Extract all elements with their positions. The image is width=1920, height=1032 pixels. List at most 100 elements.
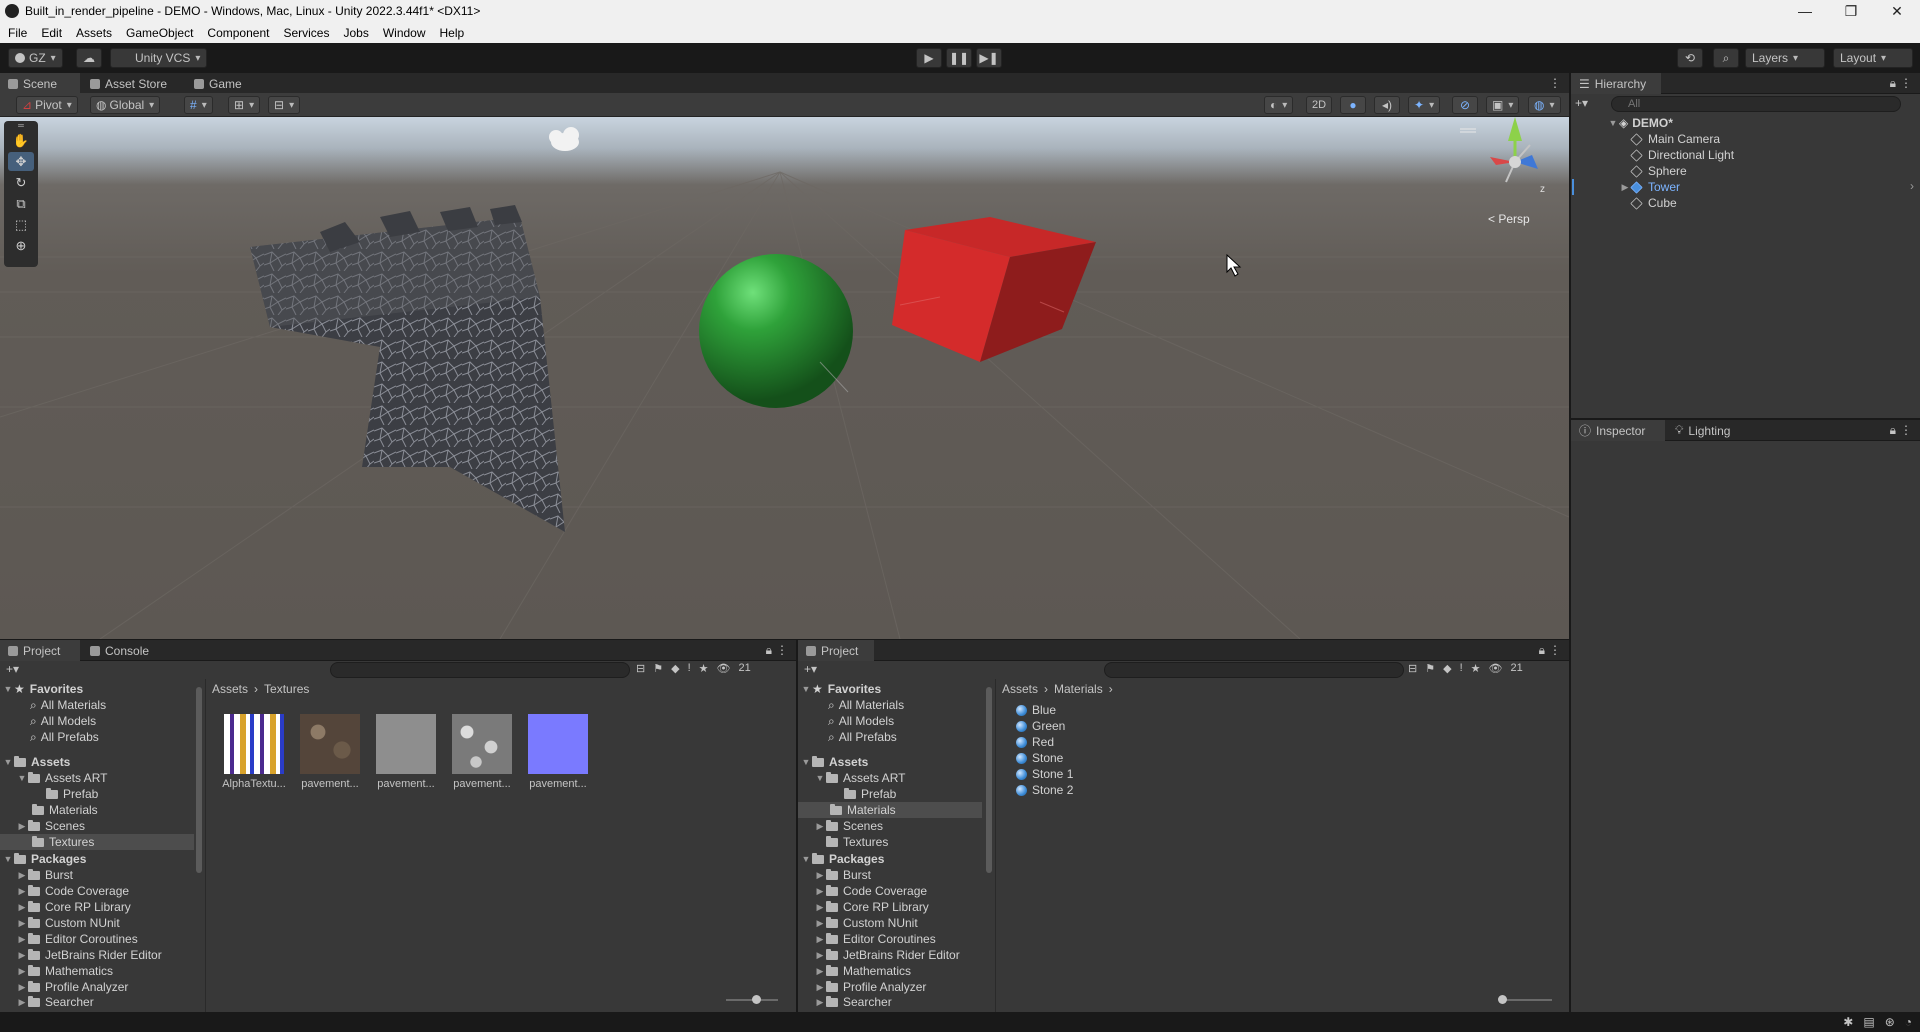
list-size-slider[interactable] (1500, 999, 1552, 1001)
lock-icon[interactable]: 🔒︎ (766, 643, 772, 658)
more-options-icon[interactable]: ⋮ (1549, 76, 1561, 90)
scene-view[interactable]: z < Persp (0, 117, 1569, 639)
folder-textures-selected[interactable]: Textures (0, 834, 194, 850)
tag-icon[interactable]: ◆ (1443, 662, 1451, 675)
material-green[interactable]: Green (1016, 718, 1065, 734)
folder-scenes[interactable]: ▶ Scenes (814, 818, 884, 834)
perspective-label[interactable]: < Persp (1488, 212, 1530, 226)
package-editor-coroutines[interactable]: ▶ Editor Coroutines (16, 931, 138, 947)
folder-scenes[interactable]: ▶ Scenes (16, 818, 86, 834)
warning-icon[interactable]: ! (688, 662, 691, 675)
tab-project[interactable]: Project (0, 640, 80, 661)
texture-thumbnail-pavement-4[interactable] (528, 714, 588, 774)
inspector-more-icon[interactable]: ⋮ (1900, 423, 1912, 437)
rotate-tool-icon[interactable]: ↻ (8, 173, 34, 192)
folder-assets-art[interactable]: ▼ Assets ART (814, 770, 906, 786)
minimize-button[interactable]: — (1782, 3, 1828, 20)
menu-gameobject[interactable]: GameObject (118, 26, 199, 40)
global-dropdown[interactable]: ◍ Global (90, 96, 161, 114)
search-by-label-icon[interactable]: ⚑ (1425, 662, 1435, 675)
package-profile-analyzer[interactable]: ▶ Profile Analyzer (814, 979, 927, 995)
tab-console[interactable]: Console (82, 640, 162, 661)
favorite-all-models[interactable]: ⌕ All Models (30, 713, 96, 729)
package-code-coverage[interactable]: ▶ Code Coverage (814, 883, 928, 899)
favorite-all-prefabs[interactable]: ⌕ All Prefabs (828, 729, 897, 745)
breadcrumb-assets[interactable]: Assets (212, 682, 248, 696)
play-button[interactable]: ▶ (916, 48, 942, 68)
texture-thumbnail-alpha[interactable] (224, 714, 284, 774)
close-button[interactable]: ✕ (1874, 3, 1920, 20)
toggle-2d-button[interactable]: 2D (1306, 96, 1332, 114)
hidden-objects-toggle[interactable]: ⊘ (1452, 96, 1478, 114)
hierarchy-item-directional-light[interactable]: Directional Light (1630, 147, 1734, 163)
effects-dropdown[interactable]: ✦ (1408, 96, 1441, 114)
directional-light-gizmo[interactable] (549, 127, 579, 151)
favorite-star-icon[interactable]: ★ (699, 662, 709, 675)
create-asset-dropdown[interactable]: +▾ (804, 662, 817, 676)
create-dropdown[interactable]: +▾ (1575, 96, 1599, 112)
texture-thumbnail-pavement-3[interactable] (452, 714, 512, 774)
package-jetbrains-rider[interactable]: ▶ JetBrains Rider Editor (814, 947, 960, 963)
menu-edit[interactable]: Edit (33, 26, 68, 40)
search-by-type-icon[interactable]: ⊟ (636, 662, 645, 675)
packages-root[interactable]: ▼ Packages (800, 851, 885, 867)
menu-file[interactable]: File (0, 26, 33, 40)
tab-game[interactable]: Game (186, 73, 256, 94)
search-by-type-icon[interactable]: ⊟ (1408, 662, 1417, 675)
menu-help[interactable]: Help (432, 26, 471, 40)
material-stone-2[interactable]: Stone 2 (1016, 782, 1073, 798)
hierarchy-search-input[interactable] (1611, 96, 1901, 112)
tag-icon[interactable]: ◆ (671, 662, 679, 675)
layout-dropdown[interactable]: Layout (1833, 48, 1913, 68)
material-stone-1[interactable]: Stone 1 (1016, 766, 1073, 782)
step-button[interactable]: ▶❚ (976, 48, 1002, 68)
orientation-gizmo[interactable]: z (1460, 117, 1545, 195)
chevron-right-icon[interactable]: › (1910, 179, 1914, 193)
texture-thumbnail-pavement-2[interactable] (376, 714, 436, 774)
move-tool-icon[interactable]: ✥ (8, 152, 34, 171)
breadcrumb-textures[interactable]: Textures (264, 682, 309, 696)
folder-prefab[interactable]: Prefab (46, 786, 98, 802)
menu-services[interactable]: Services (275, 26, 335, 40)
tab-scene[interactable]: Scene (0, 73, 80, 94)
material-stone[interactable]: Stone (1016, 750, 1063, 766)
menu-jobs[interactable]: Jobs (335, 26, 374, 40)
layers-dropdown[interactable]: Layers (1745, 48, 1825, 68)
splitter[interactable] (205, 679, 206, 1012)
sphere-object[interactable] (699, 254, 853, 408)
favorite-star-icon[interactable]: ★ (1471, 662, 1481, 675)
pause-button[interactable]: ❚❚ (946, 48, 972, 68)
expand-arrow-icon[interactable]: ▼ (1607, 118, 1619, 128)
package-burst[interactable]: ▶ Burst (16, 867, 73, 883)
hierarchy-item-sphere[interactable]: Sphere (1630, 163, 1687, 179)
tab-inspector[interactable]: ⓘ Inspector (1571, 420, 1665, 441)
assets-root[interactable]: ▼ Assets (2, 754, 71, 770)
search-button[interactable]: ⌕ (1713, 48, 1739, 68)
package-burst[interactable]: ▶ Burst (814, 867, 871, 883)
hierarchy-item-tower[interactable]: ▶ Tower (1619, 179, 1680, 195)
account-dropdown[interactable]: GZ (8, 48, 63, 68)
folder-materials-selected[interactable]: Materials (798, 802, 982, 818)
package-searcher[interactable]: ▶ Searcher (814, 995, 892, 1009)
tree-scrollbar[interactable] (196, 687, 202, 873)
package-core-rp[interactable]: ▶ Core RP Library (16, 899, 131, 915)
menu-component[interactable]: Component (199, 26, 275, 40)
project-search-input-2[interactable] (1104, 662, 1404, 678)
breadcrumb-assets[interactable]: Assets (1002, 682, 1038, 696)
scene-root-row[interactable]: ▼ ◈ DEMO* (1607, 115, 1673, 131)
tab-hierarchy[interactable]: ☰ Hierarchy (1571, 73, 1661, 94)
tab-lighting[interactable]: 💡︎ Lighting (1667, 420, 1747, 441)
maximize-button[interactable]: ❐ (1828, 3, 1874, 20)
assets-root[interactable]: ▼ Assets (800, 754, 869, 770)
undo-history-button[interactable]: ⟲ (1677, 48, 1703, 68)
tower-object[interactable] (250, 205, 565, 532)
package-mathematics[interactable]: ▶ Mathematics (814, 963, 912, 979)
package-editor-coroutines[interactable]: ▶ Editor Coroutines (814, 931, 936, 947)
menu-assets[interactable]: Assets (68, 26, 118, 40)
package-custom-nunit[interactable]: ▶ Custom NUnit (814, 915, 918, 931)
favorite-all-materials[interactable]: ⌕ All Materials (30, 697, 106, 713)
hierarchy-more-icon[interactable]: ⋮ (1900, 76, 1912, 90)
package-core-rp[interactable]: ▶ Core RP Library (814, 899, 929, 915)
camera-settings-dropdown[interactable]: ▣ (1486, 96, 1520, 114)
ruler-dropdown[interactable]: ⊟ (268, 96, 301, 114)
